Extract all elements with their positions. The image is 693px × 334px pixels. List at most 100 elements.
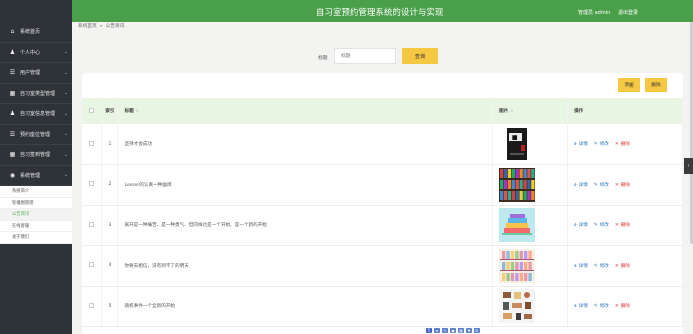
search-input[interactable] (334, 48, 396, 64)
close-icon: ✕ (614, 223, 619, 229)
row-title: 坚持才会成功 (117, 124, 494, 165)
delete-label: 删除 (620, 182, 630, 188)
table-row: 4 你要去相信，没有到不了的明天 ⌕ 详情 ✎ 修改 ✕ 删除 (82, 245, 683, 287)
grid-icon: ▦ (9, 151, 16, 159)
row-title: 你要去相信，没有到不了的明天 (117, 245, 494, 287)
edit-link[interactable]: ✎ 修改 (594, 264, 609, 269)
edit-link[interactable]: ✎ 修改 (594, 142, 609, 147)
sidebar-item-6[interactable]: ▦ 自习签到管理 ⌄ (0, 145, 72, 166)
detail-link[interactable]: ⌕ 详情 (574, 264, 588, 269)
sidebar-item-2[interactable]: ☰ 用户管理 ⌄ (0, 63, 72, 84)
detail-link[interactable]: ⌕ 详情 (574, 183, 588, 188)
sidebar-subitem-1[interactable]: 轮播图管理 (0, 198, 72, 209)
chevron-down-icon: ⌄ (63, 151, 68, 158)
toolbar-menu-icon[interactable]: ≡ (434, 328, 440, 333)
sidebar-subitem-2[interactable]: 公告资讯 (0, 209, 72, 221)
row-ops: ⌕ 详情 ✎ 修改 ✕ 删除 (567, 164, 683, 206)
sort-icon[interactable]: ⇕ (510, 108, 513, 113)
table-row: 2 Lesser的认真一种幽闭 ⌕ 详情 ✎ 修改 ✕ 删除 (82, 164, 683, 206)
sidebar-subitem-3[interactable]: 在线客服 (0, 221, 72, 232)
content-panel: 添加 删除 ☝ 索引 标题 ⇕ 图片 ⇕ 操作 1 坚持才会成功 █▌ ⌕ 详情 ✎ 修改 ✕ 删除… (82, 73, 683, 334)
pencil-icon: ✎ (593, 304, 598, 310)
detail-link[interactable]: ⌕ 详情 (574, 142, 588, 147)
sidebar-nav: ⌂ 系统首页 ♟ 个人中心 ⌄ ☰ 用户管理 ⌄ ▦ 自习室类型管理 ⌄ ♟ 自习室信息管理 ⌄ ☰ 预约座位… (0, 22, 72, 244)
chevron-down-icon: ⌄ (63, 49, 68, 56)
row-checkbox[interactable] (89, 221, 95, 227)
floating-toolbar: 五 ≡ ✎ ● ▦ ▼ ⊞ (424, 327, 496, 334)
breadcrumb-home[interactable]: 系统首页 (78, 24, 97, 29)
close-icon: ✕ (614, 142, 619, 147)
delete-link[interactable]: ✕ 删除 (615, 264, 630, 269)
list-icon: ☰ (9, 130, 16, 138)
person-icon: ♟ (9, 48, 16, 56)
header-image[interactable]: 图片 ⇕ (492, 98, 569, 124)
sidebar-subitem-4[interactable]: 关于我们 (0, 232, 72, 244)
delete-link[interactable]: ✕ 删除 (615, 183, 630, 188)
row-check-cell (82, 286, 103, 327)
sidebar-subitem-0[interactable]: 系统简介 (0, 186, 72, 198)
toolbar-mic-icon[interactable]: ● (450, 328, 456, 333)
row-checkbox[interactable] (89, 181, 95, 187)
delete-label: 删除 (620, 304, 630, 310)
toolbar-shirt-icon[interactable]: ▼ (466, 328, 472, 333)
home-icon: ⌂ (10, 28, 15, 36)
row-thumbnail (499, 248, 567, 283)
select-all-cell (82, 98, 103, 124)
sidebar-item-label: 自习室类型管理 (20, 90, 56, 97)
edit-link[interactable]: ✎ 修改 (594, 304, 609, 309)
user-list-icon: ☰ (9, 69, 16, 77)
search-label: 标题 (318, 56, 328, 61)
delete-button[interactable]: 删除 (645, 78, 667, 92)
logout-link[interactable]: 退出登录 (618, 9, 638, 16)
news-table: 索引 标题 ⇕ 图片 ⇕ 操作 1 坚持才会成功 █▌ ⌕ 详情 ✎ 修改 ✕ 删除 2 Lesser的… (82, 98, 683, 327)
detail-link[interactable]: ⌕ 详情 (574, 223, 588, 228)
breadcrumb: 系统首页» 公告资讯 (78, 23, 124, 29)
edit-link[interactable]: ✎ 修改 (594, 183, 609, 188)
sidebar-item-3[interactable]: ▦ 自习室类型管理 ⌄ (0, 84, 72, 104)
top-bar: 自习室预约管理系统的设计与实现 管理员 admin 退出登录 (72, 0, 693, 22)
close-icon: ✕ (614, 263, 619, 269)
sidebar-item-4[interactable]: ♟ 自习室信息管理 ⌄ (0, 104, 72, 125)
row-title: 离开是一种痛苦、是一种勇气、但同样也是一个开始、是一个新的开始 (117, 205, 494, 246)
detail-link[interactable]: ⌕ 详情 (574, 304, 588, 309)
delete-link[interactable]: ✕ 删除 (615, 142, 630, 147)
row-checkbox[interactable] (89, 262, 95, 268)
svg-text:█▌: █▌ (512, 135, 519, 140)
close-icon: ✕ (614, 182, 619, 188)
row-checkbox[interactable] (89, 140, 95, 146)
grid-icon: ▦ (9, 89, 16, 97)
detail-label: 详情 (578, 223, 588, 229)
row-image-cell (492, 205, 569, 246)
chevron-down-icon: ⌄ (63, 90, 68, 97)
toolbar-apps-icon[interactable]: ⊞ (474, 328, 480, 333)
header-title[interactable]: 标题 ⇕ (117, 98, 494, 124)
row-checkbox[interactable] (89, 302, 95, 308)
toolbar-pen-icon[interactable]: ✎ (442, 328, 448, 333)
search-icon: ⌕ (574, 142, 577, 147)
sidebar-item-0[interactable]: ⌂ 系统首页 (0, 22, 72, 43)
select-all-checkbox[interactable] (89, 107, 95, 113)
pencil-icon: ✎ (593, 223, 598, 229)
sidebar-submenu: 系统简介 轮播图管理 公告资讯 在线客服 关于我们 (0, 186, 72, 244)
sidebar-item-5[interactable]: ☰ 预约座位管理 ⌄ (0, 125, 72, 145)
toolbar-logo-icon[interactable]: 五 (426, 328, 432, 333)
sort-icon[interactable]: ⇕ (136, 108, 139, 113)
edit-label: 修改 (599, 304, 609, 310)
table-row: 1 坚持才会成功 █▌ ⌕ 详情 ✎ 修改 ✕ 删除 (82, 124, 683, 165)
mouse-cursor-icon: ☝ (629, 82, 634, 90)
row-ops: ⌕ 详情 ✎ 修改 ✕ 删除 (567, 124, 683, 165)
edit-link[interactable]: ✎ 修改 (594, 223, 609, 228)
delete-label: 删除 (620, 223, 630, 229)
detail-label: 详情 (578, 182, 588, 188)
chevron-down-icon: ⌄ (63, 69, 68, 76)
side-collapse-tab[interactable]: › (684, 158, 693, 174)
toolbar-grid-icon[interactable]: ▦ (458, 328, 464, 333)
delete-link[interactable]: ✕ 删除 (615, 304, 630, 309)
chevron-down-icon: ⌄ (63, 172, 68, 179)
search-button[interactable]: 查询 (402, 48, 438, 64)
row-index: 5 (101, 286, 119, 327)
delete-link[interactable]: ✕ 删除 (615, 223, 630, 228)
row-check-cell (82, 164, 103, 206)
sidebar-item-7[interactable]: ◉ 系统管理 ⌄ (0, 165, 72, 186)
sidebar-item-1[interactable]: ♟ 个人中心 ⌄ (0, 43, 72, 63)
